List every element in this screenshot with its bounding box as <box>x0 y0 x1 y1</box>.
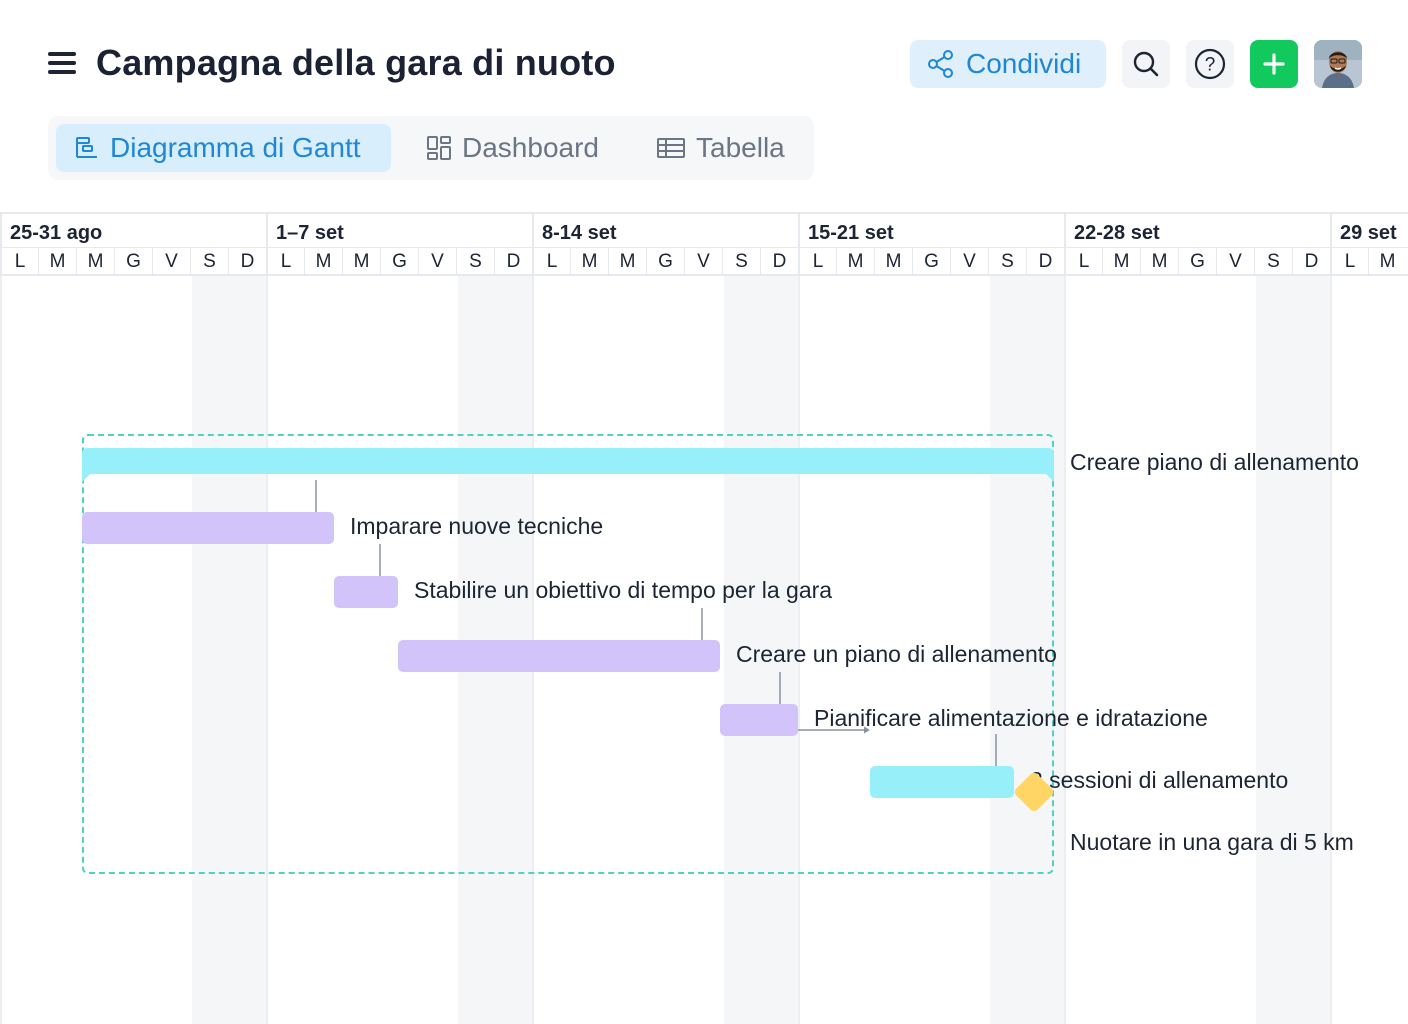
timeline-body: Creare piano di allenamento Imparare nuo… <box>0 276 1408 1024</box>
day-header: V <box>1216 248 1254 274</box>
help-icon: ? <box>1194 48 1226 80</box>
day-header: V <box>152 248 190 274</box>
day-header: M <box>608 248 646 274</box>
tab-table[interactable]: Tabella <box>656 124 785 172</box>
day-header: M <box>1102 248 1140 274</box>
tab-dashboard[interactable]: Dashboard <box>426 124 599 172</box>
day-header: M <box>1140 248 1178 274</box>
avatar-image <box>1314 40 1362 88</box>
day-header: M <box>304 248 342 274</box>
hamburger-menu-icon[interactable] <box>48 52 76 76</box>
share-button-label: Condividi <box>966 48 1082 79</box>
tab-table-label: Tabella <box>696 132 785 163</box>
page-title: Campagna della gara di nuoto <box>96 42 616 83</box>
gantt-chart: 25-31 ago 1–7 set 8-14 set 15-21 set 22-… <box>0 212 1408 1024</box>
day-header: G <box>912 248 950 274</box>
day-header: L <box>798 248 836 274</box>
day-header: L <box>1330 248 1368 274</box>
tab-gantt-label: Diagramma di Gantt <box>110 132 361 163</box>
day-header: G <box>646 248 684 274</box>
day-header: G <box>380 248 418 274</box>
day-header: M <box>38 248 76 274</box>
day-header: L <box>1064 248 1102 274</box>
day-header: D <box>760 248 798 274</box>
add-button[interactable] <box>1250 40 1298 88</box>
task-bar[interactable] <box>398 640 720 672</box>
summary-task-label: Creare piano di allenamento <box>1070 449 1359 475</box>
task-bar[interactable] <box>334 576 398 608</box>
day-header: V <box>684 248 722 274</box>
week-divider <box>1330 276 1332 1024</box>
week-header: 8-14 set <box>532 214 798 248</box>
day-header: D <box>228 248 266 274</box>
day-header: S <box>190 248 228 274</box>
svg-text:?: ? <box>1205 55 1216 76</box>
week-header: 1–7 set <box>266 214 532 248</box>
day-header: M <box>570 248 608 274</box>
help-button[interactable]: ? <box>1186 40 1234 88</box>
day-header: S <box>456 248 494 274</box>
task-label: Stabilire un obiettivo di tempo per la g… <box>414 577 833 603</box>
week-header: 29 set <box>1330 214 1408 248</box>
day-header: M <box>76 248 114 274</box>
weekend-band <box>1256 276 1332 1024</box>
view-tabs: Diagramma di Gantt Dashboard Tabella <box>48 116 814 180</box>
app-header: Campagna della gara di nuoto Condividi ? <box>0 0 1408 110</box>
dashboard-grid-icon <box>427 136 451 160</box>
day-header: G <box>114 248 152 274</box>
task-label: Imparare nuove tecniche <box>350 513 604 539</box>
task-label: 2 sessioni di allenamento <box>1030 767 1289 793</box>
task-bar[interactable] <box>82 512 334 544</box>
plus-icon <box>1263 53 1285 75</box>
day-header: L <box>0 248 38 274</box>
day-header: G <box>1178 248 1216 274</box>
search-icon <box>1133 51 1159 77</box>
day-header: V <box>950 248 988 274</box>
search-button[interactable] <box>1122 40 1170 88</box>
day-header: S <box>988 248 1026 274</box>
day-header: S <box>1254 248 1292 274</box>
week-header: 15-21 set <box>798 214 1064 248</box>
day-header: D <box>494 248 532 274</box>
task-bar[interactable] <box>870 766 1014 798</box>
user-avatar[interactable] <box>1314 40 1362 88</box>
day-header: D <box>1292 248 1330 274</box>
day-header-row: LMMGVSDLMMGVSDLMMGVSDLMMGVSDLMMGVSDLM <box>0 248 1408 276</box>
tab-dashboard-label: Dashboard <box>462 132 599 163</box>
day-header: M <box>342 248 380 274</box>
tab-gantt[interactable]: Diagramma di Gantt <box>56 124 391 172</box>
summary-task-bar[interactable] <box>82 448 1054 482</box>
week-header: 25-31 ago <box>0 214 266 248</box>
week-divider <box>1064 276 1066 1024</box>
task-label: Creare un piano di allenamento <box>736 641 1057 667</box>
day-header: M <box>874 248 912 274</box>
week-divider <box>0 276 2 1024</box>
day-header: S <box>722 248 760 274</box>
share-icon <box>928 50 953 78</box>
day-header: L <box>266 248 304 274</box>
share-button[interactable]: Condividi <box>910 40 1106 88</box>
day-header: V <box>418 248 456 274</box>
gantt-chart-icon <box>76 137 97 158</box>
task-label: Pianificare alimentazione e idratazione <box>814 705 1208 731</box>
day-header: L <box>532 248 570 274</box>
day-header: M <box>1368 248 1406 274</box>
task-bar[interactable] <box>720 704 798 736</box>
week-header: 22-28 set <box>1064 214 1330 248</box>
day-header: M <box>836 248 874 274</box>
table-icon <box>657 138 685 158</box>
milestone-label: Nuotare in una gara di 5 km <box>1070 829 1354 855</box>
day-header: D <box>1026 248 1064 274</box>
week-header-row: 25-31 ago 1–7 set 8-14 set 15-21 set 22-… <box>0 212 1408 248</box>
